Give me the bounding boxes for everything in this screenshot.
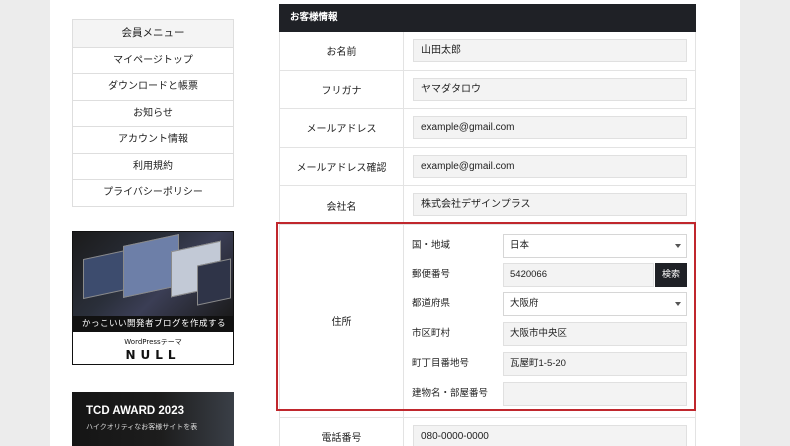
name-label: お名前 [280,32,404,70]
award-banner-subtitle: ハイクオリティなお客様サイトを表 [86,423,198,431]
company-input[interactable]: 株式会社デザインプラス [413,193,687,217]
chevron-down-icon [675,243,681,248]
street-field: 町丁目番地号 瓦屋町1-5-20 [412,351,687,376]
country-select[interactable]: 日本 [503,233,687,258]
phone-input[interactable]: 080-0000-0000 [413,424,687,446]
banner-tagline: かっこいい開発者ブログを作成する [73,316,233,332]
award-banner-title: TCD AWARD 2023 [86,405,184,417]
furigana-input[interactable]: ヤマダタロウ [413,77,687,101]
member-menu: 会員メニュー マイページトップ ダウンロードと帳票 お知らせ アカウント情報 利… [72,19,234,207]
menu-item-privacy[interactable]: プライバシーポリシー [73,179,233,206]
city-label: 市区町村 [412,327,451,339]
row-company: 会社名 株式会社デザインプラス [279,186,696,225]
row-name: お名前 山田太郎 [279,32,696,71]
street-label: 町丁目番地号 [412,357,470,369]
zip-input[interactable]: 5420066 [503,262,654,287]
country-label: 国・地域 [412,239,451,251]
street-input[interactable]: 瓦屋町1-5-20 [503,351,687,376]
email-confirm-label: メールアドレス確認 [280,147,404,186]
menu-item-terms[interactable]: 利用規約 [73,152,233,180]
null-logo: NULL [125,348,181,362]
prefecture-value: 大阪府 [510,297,539,309]
city-field: 市区町村 大阪市中央区 [412,321,687,346]
banner-subtitle: WordPressテーマ [124,338,182,346]
page: 会員メニュー マイページトップ ダウンロードと帳票 お知らせ アカウント情報 利… [50,0,740,446]
building-field: 建物名・部屋番号 [412,381,687,406]
prefecture-select[interactable]: 大阪府 [503,291,687,316]
menu-item-news[interactable]: お知らせ [73,99,233,127]
prefecture-label: 都道府県 [412,297,451,309]
address-label: 住所 [280,224,404,417]
zip-search-button[interactable]: 検索 [655,262,687,287]
menu-item-account[interactable]: アカウント情報 [73,126,233,153]
row-email: メールアドレス example@gmail.com [279,109,696,148]
email-confirm-input[interactable]: example@gmail.com [413,154,687,178]
company-label: 会社名 [280,186,404,224]
row-phone: 電話番号 080-0000-0000 [279,417,696,446]
zip-label: 郵便番号 [412,268,451,280]
customer-info-form: お客様情報 お名前 山田太郎 フリガナ ヤマダタロウ メールアドレス examp… [279,4,696,446]
phone-label: 電話番号 [280,417,404,446]
row-address: 住所 国・地域 日本 郵便番号 5420066 検索 都道府県 大阪府 市区町村… [279,224,696,418]
email-input[interactable]: example@gmail.com [413,116,687,140]
country-value: 日本 [510,239,530,251]
city-input[interactable]: 大阪市中央区 [503,321,687,346]
member-menu-title: 会員メニュー [73,20,233,47]
tcd-award-banner[interactable]: TCD AWARD 2023 ハイクオリティなお客様サイトを表 [72,392,234,446]
banner-logo-area: WordPressテーマ NULL [73,332,233,364]
building-label: 建物名・部屋番号 [412,387,489,399]
building-input[interactable] [503,381,687,406]
email-label: メールアドレス [280,109,404,147]
row-furigana: フリガナ ヤマダタロウ [279,70,696,110]
chevron-down-icon [675,301,681,306]
menu-item-mypage-top[interactable]: マイページトップ [73,46,233,74]
zip-field: 郵便番号 5420066 検索 [412,262,687,287]
prefecture-field: 都道府県 大阪府 [412,291,687,316]
banner-screenshots-image [73,232,233,316]
row-email-confirm: メールアドレス確認 example@gmail.com [279,147,696,187]
null-theme-banner[interactable]: かっこいい開発者ブログを作成する WordPressテーマ NULL [72,231,234,365]
form-header: お客様情報 [279,4,696,32]
furigana-label: フリガナ [280,70,404,109]
menu-item-downloads[interactable]: ダウンロードと帳票 [73,73,233,100]
country-field: 国・地域 日本 [412,233,687,258]
name-input[interactable]: 山田太郎 [413,39,687,62]
